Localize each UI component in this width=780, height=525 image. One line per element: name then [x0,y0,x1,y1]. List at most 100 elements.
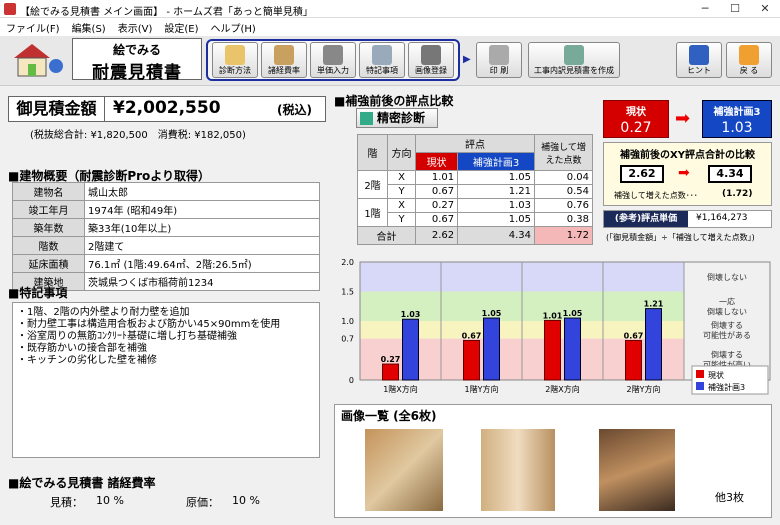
xy-compare-box: 補強前後のXY評点合計の比較 2.62 ➡ 4.34 補強して増えた点数･･･ … [603,142,772,206]
house-logo-icon [8,40,66,80]
overhead-rate-button[interactable]: 諸経費率 [261,42,307,78]
table-row: 建物名 城山太郎 [12,182,320,201]
score-chart: 倒壊しない 一応 倒壊しない 倒壊する 可能性がある 倒壊する 可能性が高い 2.0 1.5 1.… [334,254,772,396]
minimize-button[interactable]: ─ [690,0,720,18]
data-label: 1.01 [543,311,563,320]
x-tick-label: 1階X方向 [383,384,418,394]
estimate-label: 御見積金額 [9,97,105,121]
x-tick-label: 1階Y方向 [465,384,499,394]
expense-cost-label: 原価： [186,496,219,509]
bar-after [483,317,500,381]
bar-after [564,317,581,381]
table-row: 築年数 築33年(10年以上) [12,218,320,237]
bar-before [625,339,642,381]
special-notes-button[interactable]: 特記事項 [359,42,405,78]
note-line: ・既存筋かいの接合部を補強 [17,343,147,354]
expense-estimate-value: 10 % [96,494,124,507]
precise-diagnosis-button[interactable]: 精密診断 [356,108,438,128]
data-label: 1.21 [644,300,664,309]
y-tick-label: 1.5 [341,288,354,297]
x-tick-label: 2階Y方向 [627,384,661,394]
photo-thumbnail[interactable] [599,429,675,511]
book-icon [689,45,709,65]
y-tick-label: 1.0 [341,317,354,326]
back-arrow-icon [739,45,759,65]
camera-icon [421,45,441,65]
hint-button[interactable]: ヒント [676,42,722,78]
menu-view[interactable]: 表示(V) [112,18,159,37]
table-row: 2階 X 1.01 1.05 0.04 [357,170,593,199]
y-tick-label: 0 [349,376,354,385]
data-label: 0.67 [624,331,644,340]
legend-label: 現状 [708,370,724,380]
estimate-amount-box: 御見積金額 ¥2,002,550 (税込) [8,96,326,122]
legend-label: 補強計画3 [708,382,745,392]
table-row: Y 0.67 1.05 0.38 [358,212,593,227]
compare-section-title: ■補強前後の評点比較 [334,94,454,108]
zone-label: 倒壊する [711,320,743,330]
unit-price-row: (参考)評点単価 ¥1,164,273 [603,210,772,228]
notes-textarea[interactable]: ・1階、2階の内外壁より耐力壁を追加 ・耐力壁工事は構造用合板および筋かい45×… [12,302,320,458]
zone-label: 可能性がある [703,330,751,340]
photo-thumbnail[interactable] [481,429,555,511]
note-line: ・耐力壁工事は構造用合板および筋かい45×90mmを使用 [17,319,281,330]
maximize-button[interactable]: ☐ [720,0,750,18]
house-icon [225,45,245,65]
bar-after [402,318,419,381]
table-row: 1階 X 0.27 1.03 0.76 [357,198,593,227]
menu-help[interactable]: ヘルプ(H) [205,18,262,37]
data-label: 0.27 [381,355,401,364]
data-label: 1.03 [401,310,421,319]
note-line: ・浴室周りの無筋ｺﾝｸﾘｰﾄ基礎に増し打ち基礎補強 [17,331,237,342]
note-line: ・キッチンの劣化した壁を補修 [17,355,157,366]
bar-before [463,339,480,381]
menu-bar: ファイル(F) 編集(S) 表示(V) 設定(E) ヘルプ(H) [0,18,780,36]
table-row: 竣工年月 1974年 (昭和49年) [12,200,320,219]
tax-note: (税込) [277,103,312,117]
table-row: 合計 2.62 4.34 1.72 [357,226,593,245]
x-tick-label: 2階X方向 [545,384,580,394]
menu-file[interactable]: ファイル(F) [0,18,66,37]
image-list-panel: 画像一覧 (全6枚) 他3枚 [334,404,772,518]
unit-price-button[interactable]: 単価入力 [310,42,356,78]
image-register-button[interactable]: 画像登録 [408,42,454,78]
window-title: 【絵でみる見積書 メイン画面】 - ホームズ君「あっと簡単見積」 [20,7,313,18]
app-icon [4,3,16,15]
pen-icon [564,45,584,65]
data-label: 1.05 [482,309,502,318]
app-logo: 絵でみる 耐震見積書 [72,38,202,83]
subtotal-text: (税抜総合計: ¥1,820,500 消費税: ¥182,050) [30,130,246,141]
note-line: ・1階、2階の内外壁より耐力壁を追加 [17,307,190,318]
bar-before [382,363,399,381]
diagnosis-method-button[interactable]: 診断方法 [212,42,258,78]
create-breakdown-button[interactable]: 工事内訳見積書を作成 [528,42,620,78]
before-score-box: 現状 0.27 [603,100,669,138]
menu-edit[interactable]: 編集(S) [66,18,112,37]
title-bar: 【絵でみる見積書 メイン画面】 - ホームズ君「あっと簡単見積」 ─ ☐ ✕ [0,0,780,18]
printer-icon [489,45,509,65]
zone-label: 倒壊する [711,349,743,359]
estimate-amount: ¥2,002,550 [113,98,221,118]
table-row: Y 0.67 1.21 0.54 [358,184,593,199]
data-label: 1.05 [563,309,583,318]
y-tick-label: 0.7 [341,335,354,344]
y-tick-label: 2.0 [341,258,354,267]
table-row: 階数 2階建て [12,236,320,255]
print-button[interactable]: 印 刷 [476,42,522,78]
score-table: 階方向 評点 補強して増えた点数 現状 補強計画3 2階 X 1.01 1.05 0.04 Y… [357,134,593,245]
legend-swatch [696,370,704,378]
clipboard-icon [274,45,294,65]
right-arrow-icon: ➡ [675,108,691,129]
more-images-text: 他3枚 [715,491,744,504]
expense-cost-value: 10 % [232,494,260,507]
legend-swatch [696,382,704,390]
close-button[interactable]: ✕ [750,0,780,18]
photo-thumbnail[interactable] [365,429,443,511]
arrow-icon: ▶ [463,54,471,65]
zone-label: 倒壊しない [707,272,747,282]
menu-settings[interactable]: 設定(E) [158,18,204,37]
diagnosis-icon [360,112,373,125]
bar-after [645,308,662,381]
back-button[interactable]: 戻 る [726,42,772,78]
building-table: 建物名 城山太郎 竣工年月 1974年 (昭和49年) 築年数 築33年(10年以上)… [12,182,320,291]
